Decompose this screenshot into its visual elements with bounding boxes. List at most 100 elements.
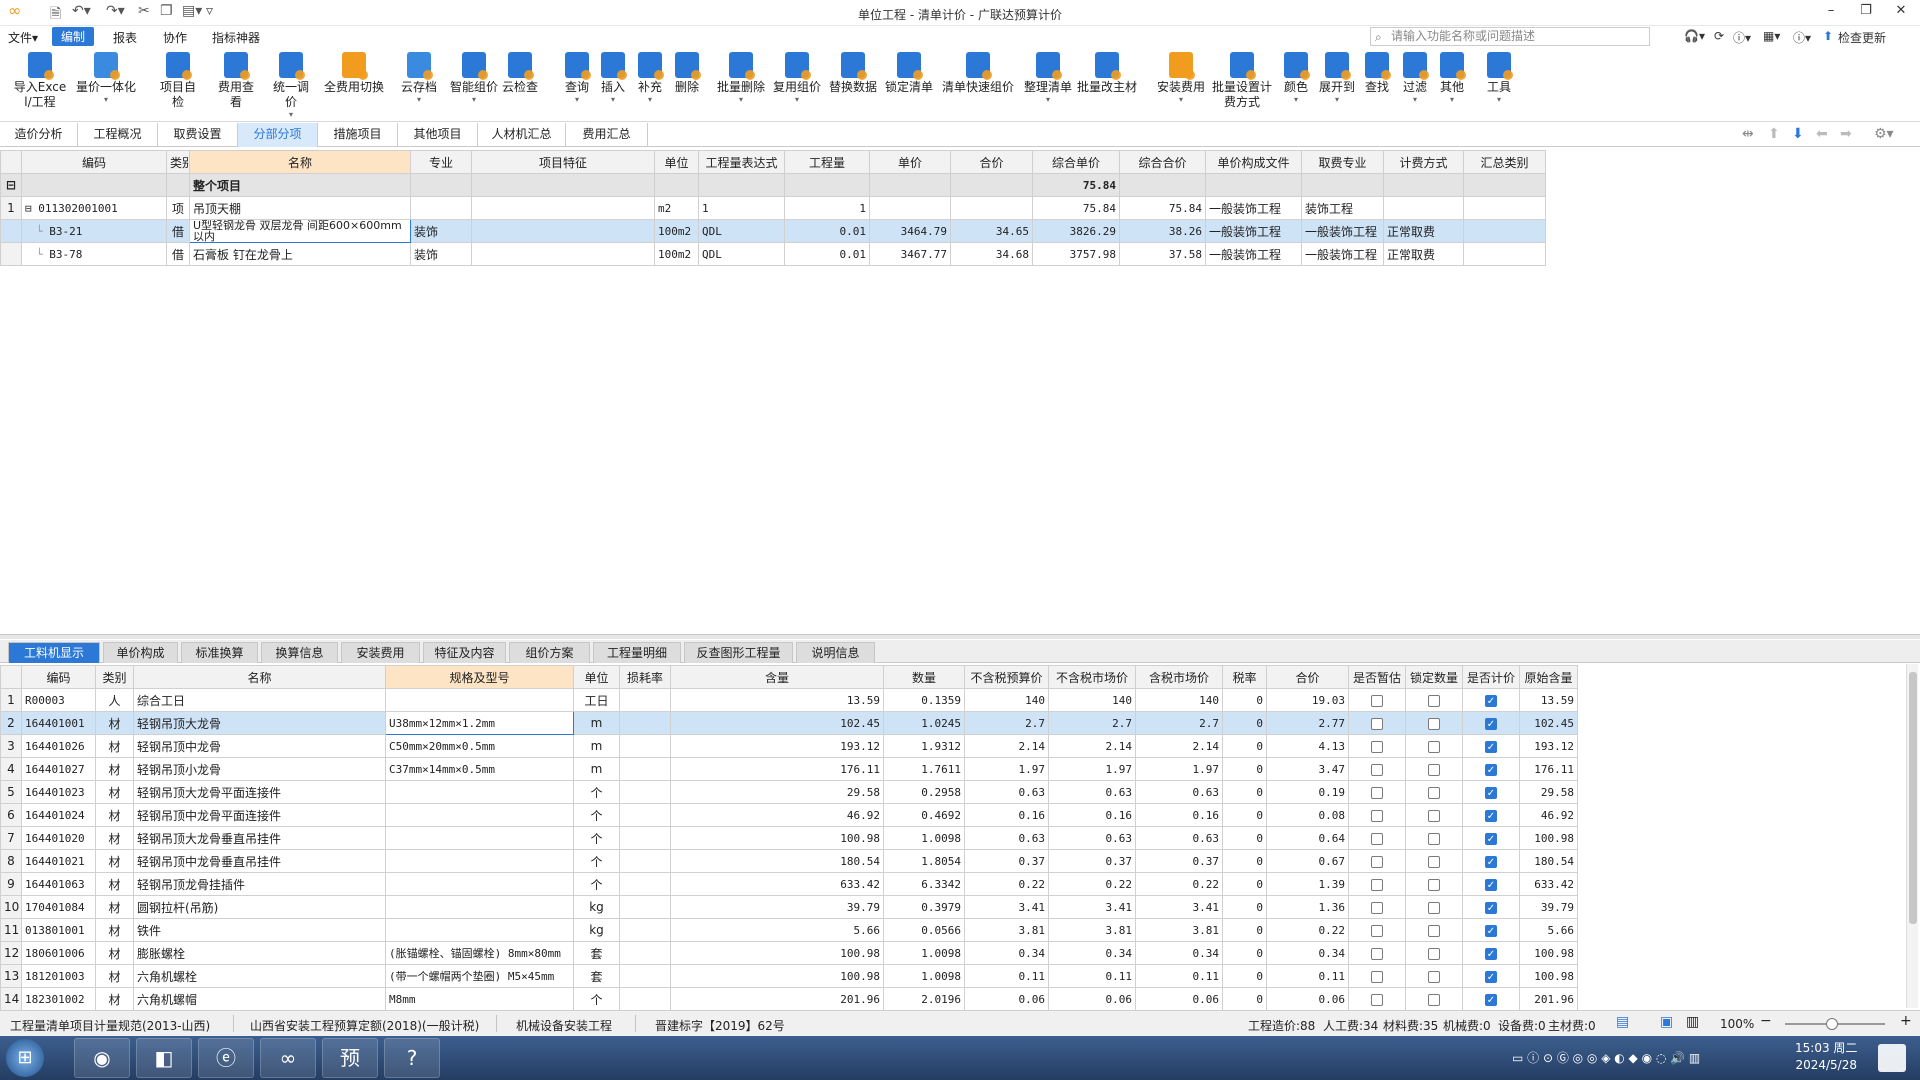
cell-loss[interactable]	[619, 757, 671, 781]
panel-splitter[interactable]	[0, 634, 1920, 639]
cell-expr[interactable]: QDL	[698, 219, 785, 243]
cell-loss[interactable]	[619, 964, 671, 988]
bottom-tab-5[interactable]: 特征及内容	[423, 642, 506, 663]
checkbox-icon[interactable]	[1371, 786, 1383, 799]
checkbox-icon[interactable]	[1428, 786, 1440, 799]
cell-market[interactable]: 2.7	[1048, 711, 1136, 735]
table-row[interactable]: 5 164401023 材轻钢吊顶大龙骨平面连接件个 29.58 0.2958 0.63 0…	[0, 780, 1578, 804]
cell-market[interactable]: 2.14	[1048, 734, 1136, 758]
help-icon[interactable]: ⓘ▾	[1733, 29, 1751, 46]
move-down-icon[interactable]: ⬇	[1792, 126, 1804, 142]
cell-est[interactable]	[1348, 734, 1406, 758]
ribbon-button-8[interactable]: 云检查	[501, 52, 539, 95]
checkbox-checked-icon[interactable]: ✓	[1485, 855, 1497, 868]
cell-comp_price[interactable]: 75.84	[1032, 196, 1120, 220]
column-header[interactable]: 含量	[670, 665, 884, 689]
cell-qty[interactable]: 1.9312	[883, 734, 965, 758]
cell-qty[interactable]: 1.7611	[883, 757, 965, 781]
cell-sum[interactable]: 2.77	[1266, 711, 1349, 735]
column-header[interactable]: 项目特征	[471, 150, 655, 174]
ribbon-button-7[interactable]: 智能组价 ▾	[448, 52, 500, 104]
column-header[interactable]: 类别	[166, 150, 190, 174]
column-header[interactable]: 取费专业	[1301, 150, 1384, 174]
cell-content[interactable]: 201.96	[670, 987, 884, 1011]
cell-priced[interactable]: ✓	[1462, 849, 1520, 873]
cell-loss[interactable]	[619, 849, 671, 873]
menu-collab[interactable]: 协作	[163, 29, 187, 46]
cell-name[interactable]: 轻钢吊顶大龙骨平面连接件	[133, 780, 386, 804]
cell-spec[interactable]	[385, 895, 574, 919]
cell-est[interactable]	[1348, 964, 1406, 988]
cell-code[interactable]: 164401027	[21, 757, 96, 781]
cell-tax[interactable]: 0	[1222, 895, 1267, 919]
cell-tax[interactable]: 0	[1222, 849, 1267, 873]
cell-spec[interactable]: C37mm×14mm×0.5mm	[385, 757, 574, 781]
tray-icons[interactable]: ▭ ⓘ ⊙ Ⓖ ◎ ◎ ◈ ◐ ◆ ◉ ◌ 🔊 ▥	[1512, 1049, 1700, 1066]
cell-loss[interactable]	[619, 711, 671, 735]
cell-spec[interactable]	[385, 780, 574, 804]
ribbon-button-13[interactable]: 批量删除 ▾	[715, 52, 767, 104]
cell-orig[interactable]: 5.66	[1519, 918, 1578, 942]
table-row[interactable]: 14 182301002 材六角机螺帽 M8mm 个 201.96 2.0196 0.06 0.…	[0, 987, 1578, 1011]
apps-grid-icon[interactable]: ▦▾	[1763, 29, 1780, 43]
cell-qty[interactable]: 6.3342	[883, 872, 965, 896]
layout-icon[interactable]: ▤	[1616, 1014, 1629, 1030]
cell-content[interactable]: 193.12	[670, 734, 884, 758]
column-header[interactable]: 名称	[189, 150, 411, 174]
cell-priced[interactable]: ✓	[1462, 918, 1520, 942]
bottom-tab-1[interactable]: 单价构成	[103, 642, 178, 663]
cell-priced[interactable]: ✓	[1462, 964, 1520, 988]
cell-unit[interactable]: 个	[573, 780, 620, 804]
cell-priced[interactable]: ✓	[1462, 941, 1520, 965]
ribbon-button-2[interactable]: 项目自检	[155, 52, 201, 110]
column-header[interactable]: 损耗率	[619, 665, 671, 689]
table-row[interactable]: 4 164401027 材轻钢吊顶小龙骨 C37mm×14mm×0.5mm m 176.1…	[0, 757, 1578, 781]
cell-budget[interactable]: 0.06	[964, 987, 1049, 1011]
cell-sum[interactable]	[950, 196, 1033, 220]
cell-feature[interactable]	[471, 219, 655, 243]
table-row[interactable]: ⊟ 整个项目 75.84	[0, 173, 1546, 197]
cell-qty[interactable]: 0.2958	[883, 780, 965, 804]
move-up-icon[interactable]: ⬆	[1768, 126, 1780, 142]
checkbox-icon[interactable]	[1371, 740, 1383, 753]
cell-loss[interactable]	[619, 803, 671, 827]
checkbox-icon[interactable]	[1371, 717, 1383, 730]
cell-code[interactable]: 181201003	[21, 964, 96, 988]
cell-sum[interactable]: 0.67	[1266, 849, 1349, 873]
cell-tax[interactable]: 0	[1222, 872, 1267, 896]
cell-market[interactable]: 3.81	[1048, 918, 1136, 942]
bottom-tab-2[interactable]: 标准换算	[181, 642, 258, 663]
ribbon-button-16[interactable]: 锁定清单	[883, 52, 935, 95]
cell-market[interactable]: 0.63	[1048, 826, 1136, 850]
cell-name[interactable]: 铁件	[133, 918, 386, 942]
checkbox-icon[interactable]	[1428, 694, 1440, 707]
cell-orig[interactable]: 102.45	[1519, 711, 1578, 735]
cell-taxmarket[interactable]: 0.11	[1135, 964, 1223, 988]
checkbox-checked-icon[interactable]: ✓	[1485, 786, 1497, 799]
cell-qty[interactable]: 0.4692	[883, 803, 965, 827]
cell-type[interactable]: 材	[95, 711, 134, 735]
cell-budget[interactable]: 0.63	[964, 780, 1049, 804]
cell-name[interactable]: 六角机螺帽	[133, 987, 386, 1011]
cell-type[interactable]: 材	[95, 941, 134, 965]
column-header[interactable]: 工程量表达式	[698, 150, 785, 174]
cell-budget[interactable]: 2.14	[964, 734, 1049, 758]
checkbox-checked-icon[interactable]: ✓	[1485, 924, 1497, 937]
checkbox-icon[interactable]	[1371, 855, 1383, 868]
app-glodon-icon[interactable]: ∞	[260, 1038, 316, 1078]
cell-unit[interactable]: 个	[573, 803, 620, 827]
cell-lock[interactable]	[1405, 964, 1463, 988]
app-pin-icon[interactable]: ◧	[136, 1038, 192, 1078]
ribbon-button-6[interactable]: 云存档 ▾	[400, 52, 438, 104]
check-update-button[interactable]: 检查更新	[1838, 29, 1886, 46]
cell-unit[interactable]: kg	[573, 895, 620, 919]
cell-major[interactable]	[410, 196, 472, 220]
cell-taxmarket[interactable]: 2.7	[1135, 711, 1223, 735]
column-header[interactable]: 不含税市场价	[1048, 665, 1136, 689]
bottom-tab-6[interactable]: 组价方案	[509, 642, 590, 663]
bottom-tab-0[interactable]: 工料机显示	[8, 642, 100, 663]
cell-qty[interactable]: 1.8054	[883, 849, 965, 873]
ribbon-button-21[interactable]: 批量设置计费方式	[1207, 52, 1277, 110]
cell-type[interactable]: 材	[95, 757, 134, 781]
column-header[interactable]: 专业	[410, 150, 472, 174]
